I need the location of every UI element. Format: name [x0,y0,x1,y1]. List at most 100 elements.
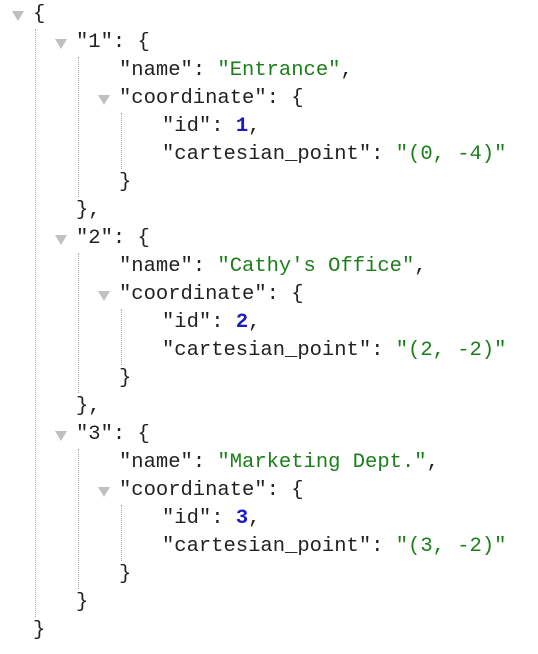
json-line: "2": { [55,225,506,253]
json-line: } [119,561,506,589]
json-string-value: "Cathy's Office" [217,255,415,278]
close-brace: } [119,171,132,194]
json-key: "3" [76,423,113,446]
json-key: "1" [76,31,113,54]
json-string-value: "(2, -2)" [395,339,507,362]
json-line: } [33,617,506,645]
colon: : [192,255,218,278]
json-line: "cartesian_point": "(0, -4)" [162,141,506,169]
json-key: "coordinate" [119,87,267,110]
close-brace: } [33,619,46,642]
colon: : [371,143,396,166]
json-property: "cartesian_point": "(2, -2)" [162,337,506,365]
json-line: } [119,169,506,197]
json-key: "id" [162,507,212,530]
json-line: } [76,589,506,617]
json-line: }, [76,197,506,225]
colon: : [112,31,138,54]
json-object-node: "coordinate": {"id": 3, "cartesian_point"… [98,477,506,589]
open-brace: { [33,3,46,26]
json-string-value: "(3, -2)" [395,535,507,558]
json-key: "coordinate" [119,283,267,306]
collapse-toggle-icon[interactable] [98,95,110,105]
json-line: "name": "Entrance", [119,57,506,85]
comma: , [248,507,261,530]
json-object-node: "coordinate": {"id": 2, "cartesian_point"… [98,281,506,393]
json-line: { [12,1,506,29]
colon: : [211,311,236,334]
colon: : [112,227,138,250]
json-object-node: {"1": {"name": "Entrance", "coordinate": … [12,1,506,645]
colon: : [266,479,292,502]
json-key: "cartesian_point" [162,535,372,558]
colon: : [266,87,292,110]
json-line: "coordinate": { [98,281,506,309]
json-children: "name": "Cathy's Office", "coordinate": {… [77,253,506,393]
json-line: "cartesian_point": "(3, -2)" [162,533,506,561]
json-key: "cartesian_point" [162,339,372,362]
open-brace: { [291,87,304,110]
json-children: "1": {"name": "Entrance", "coordinate": {… [34,29,506,617]
json-string-value: "Marketing Dept." [217,451,427,474]
collapse-toggle-icon[interactable] [55,431,67,441]
json-object-node: "2": {"name": "Cathy's Office", "coordina… [55,225,506,421]
json-number-value: 3 [235,507,249,530]
json-object-node: "coordinate": {"id": 1, "cartesian_point"… [98,85,506,197]
open-brace: { [137,227,150,250]
collapse-toggle-icon[interactable] [55,39,67,49]
json-key: "name" [119,255,193,278]
close-brace: } [76,591,89,614]
json-line: "coordinate": { [98,477,506,505]
json-property: "name": "Marketing Dept.", [119,449,506,477]
json-key: "name" [119,451,193,474]
json-property: "id": 3, [162,505,506,533]
open-brace: { [137,423,150,446]
json-line: }, [76,393,506,421]
colon: : [211,507,236,530]
json-key: "id" [162,311,212,334]
comma: , [248,115,261,138]
comma: , [340,59,353,82]
json-string-value: "(0, -4)" [395,143,507,166]
collapse-toggle-icon[interactable] [98,487,110,497]
json-key: "coordinate" [119,479,267,502]
close-brace: }, [76,199,101,222]
json-line: "3": { [55,421,506,449]
open-brace: { [137,31,150,54]
json-children: "name": "Entrance", "coordinate": { "id": … [77,57,506,197]
json-key: "name" [119,59,193,82]
json-property: "cartesian_point": "(3, -2)" [162,533,506,561]
json-line: "name": "Cathy's Office", [119,253,506,281]
comma: , [248,311,261,334]
json-key: "id" [162,115,212,138]
json-property: "id": 2, [162,309,506,337]
colon: : [371,339,396,362]
json-line: "name": "Marketing Dept.", [119,449,506,477]
json-children: "name": "Marketing Dept.", "coordinate": … [77,449,506,589]
close-brace: } [119,367,132,390]
json-line: "id": 3, [162,505,506,533]
json-children: "id": 1, "cartesian_point": "(0, -4)" [120,113,506,169]
collapse-toggle-icon[interactable] [55,235,67,245]
colon: : [112,423,138,446]
close-brace: }, [76,395,101,418]
collapse-toggle-icon[interactable] [12,11,24,21]
json-number-value: 1 [235,115,249,138]
close-brace: } [119,563,132,586]
json-property: "name": "Cathy's Office", [119,253,506,281]
json-line: "1": { [55,29,506,57]
comma: , [414,255,427,278]
json-key: "cartesian_point" [162,143,372,166]
json-object-node: "3": {"name": "Marketing Dept.", "coordin… [55,421,506,617]
json-key: "2" [76,227,113,250]
json-line: "id": 1, [162,113,506,141]
collapse-toggle-icon[interactable] [98,291,110,301]
json-object-node: "1": {"name": "Entrance", "coordinate": {… [55,29,506,225]
open-brace: { [291,283,304,306]
colon: : [371,535,396,558]
json-children: "id": 2, "cartesian_point": "(2, -2)" [120,309,506,365]
colon: : [192,451,218,474]
comma: , [426,451,439,474]
json-property: "name": "Entrance", [119,57,506,85]
json-property: "id": 1, [162,113,506,141]
